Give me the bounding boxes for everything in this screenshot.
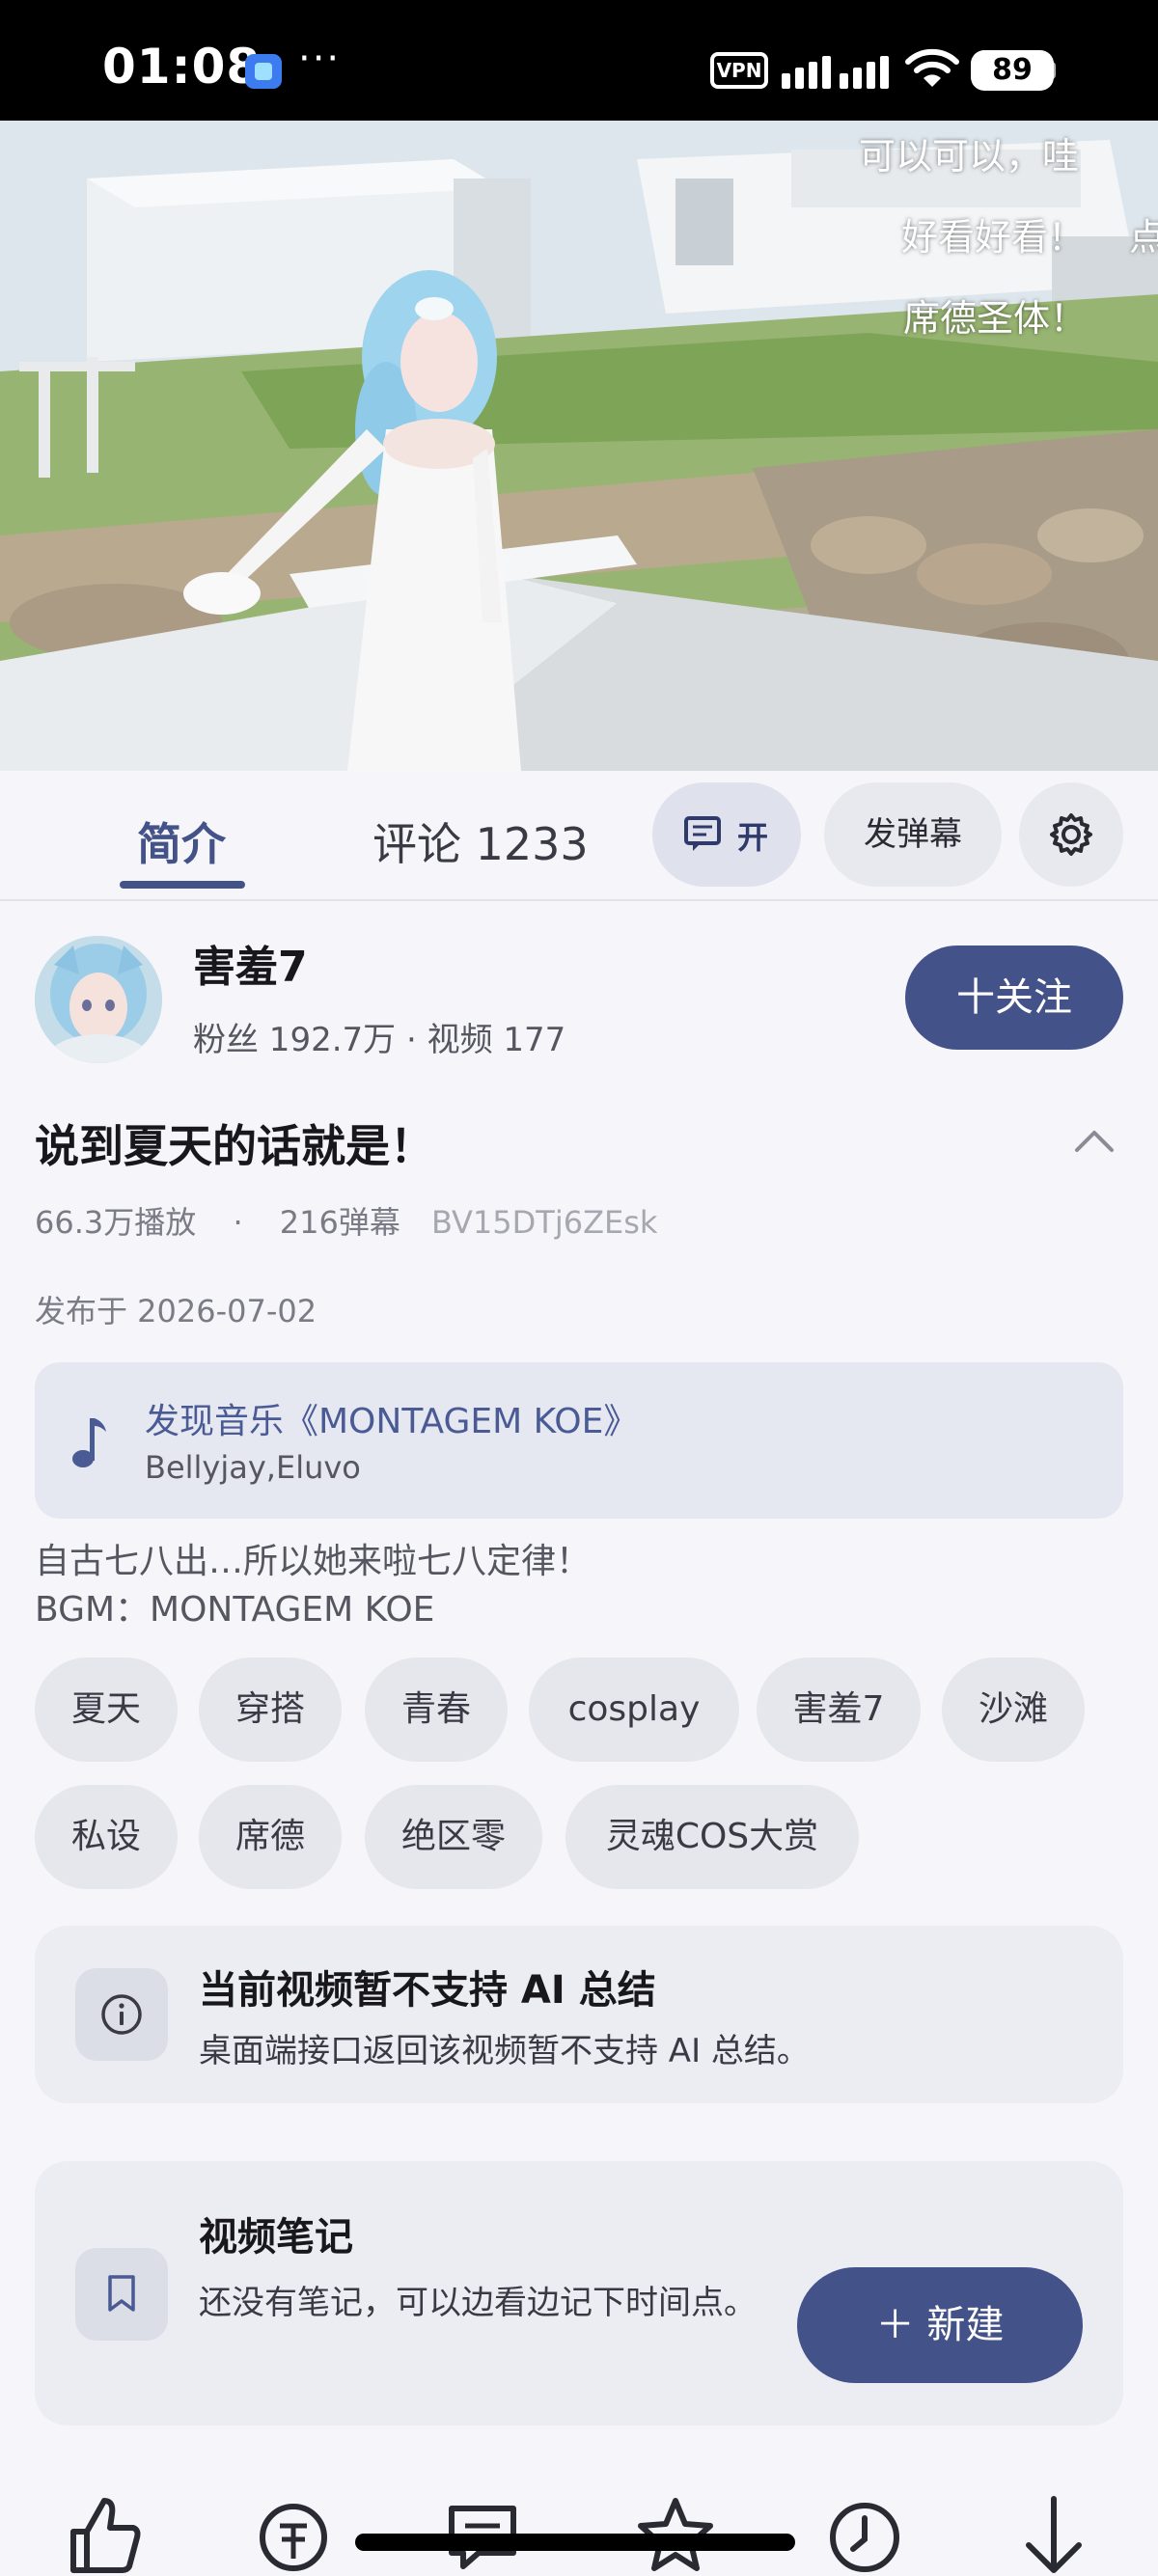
info-icon-box — [75, 1968, 168, 2061]
tab-underline — [120, 881, 245, 889]
view-count: 66.3万播放 — [35, 1204, 197, 1241]
bookmark-icon — [108, 2275, 135, 2312]
music-artist: Bellyjay,Eluvo — [145, 1449, 361, 1486]
danmaku-icon — [684, 816, 721, 851]
chevron-up-icon[interactable] — [1073, 1125, 1116, 1154]
danmaku-comment: 可以可以，哇 — [859, 135, 1080, 178]
gear-icon — [1050, 813, 1092, 856]
vpn-icon: VPN — [710, 52, 768, 89]
tag-chip[interactable]: 席德 — [199, 1785, 342, 1889]
status-time: 01:08 — [102, 39, 262, 95]
watch-later-icon[interactable] — [826, 2493, 903, 2576]
author-stats: 粉丝 192.7万 · 视频 177 — [193, 1021, 566, 1059]
danmaku-toggle[interactable]: 开 — [652, 782, 801, 887]
tag-chip[interactable]: 私设 — [35, 1785, 178, 1889]
signal-icon — [782, 50, 890, 89]
meta-separator: · — [233, 1204, 243, 1241]
danmaku-comment: 席德圣体！ — [903, 297, 1088, 340]
follow-button[interactable]: 十关注 — [905, 945, 1123, 1050]
tag-chip[interactable]: 灵魂COS大赏 — [565, 1785, 859, 1889]
danmaku-count: 216弹幕 — [279, 1204, 400, 1241]
tag-chip[interactable]: 夏天 — [35, 1658, 178, 1762]
coin-icon[interactable] — [255, 2493, 332, 2576]
tag-chip[interactable]: 绝区零 — [365, 1785, 542, 1889]
status-bar: 01:08 ··· VPN 89 — [0, 0, 1158, 121]
tag-chip[interactable]: cosplay — [529, 1658, 739, 1762]
new-note-button[interactable]: ＋ 新建 — [797, 2267, 1083, 2383]
notes-desc: 还没有笔记，可以边看边记下时间点。 — [199, 2284, 757, 2322]
music-note-icon — [72, 1418, 106, 1467]
tag-chip[interactable]: 害羞7 — [757, 1658, 921, 1762]
video-title: 说到夏天的话就是！ — [35, 1120, 434, 1172]
video-meta: 66.3万播放 · 216弹幕 BV15DTj6ZEsk — [35, 1198, 657, 1243]
video-notes-card: 视频笔记 还没有笔记，可以边看边记下时间点。 ＋ 新建 — [35, 2161, 1123, 2425]
bookmark-icon-box — [75, 2248, 168, 2341]
tag-chip[interactable]: 青春 — [365, 1658, 508, 1762]
tab-bar: 简介 评论 1233 开 发弹幕 — [0, 771, 1158, 901]
action-bar — [0, 2470, 1158, 2576]
tag-chip[interactable]: 穿搭 — [199, 1658, 342, 1762]
description-line: BGM：MONTAGEM KOE — [35, 1590, 435, 1630]
avatar-image — [35, 936, 162, 1063]
download-icon[interactable] — [1015, 2493, 1092, 2576]
video-player[interactable]: 可以可以，哇 好看好看！ 点 席德圣体！ — [0, 121, 1158, 771]
battery-tip — [1050, 62, 1056, 79]
tab-comments[interactable]: 评论 1233 — [372, 809, 589, 873]
like-icon[interactable] — [66, 2493, 143, 2576]
publish-date: 发布于 2026-07-02 — [35, 1293, 317, 1329]
settings-button[interactable] — [1019, 782, 1123, 887]
description-line: 自古七八出…所以她来啦七八定律！ — [35, 1542, 592, 1581]
music-card[interactable]: 发现音乐《MONTAGEM KOE》 Bellyjay,Eluvo — [35, 1362, 1123, 1519]
wifi-icon — [905, 48, 959, 87]
danmaku-toggle-label: 开 — [737, 819, 769, 856]
danmaku-comment: 点 — [1129, 216, 1158, 259]
author-avatar[interactable] — [35, 936, 162, 1063]
video-description: 自古七八出…所以她来啦七八定律！ BGM：MONTAGEM KOE — [35, 1538, 591, 1634]
ai-summary-card: 当前视频暂不支持 AI 总结 桌面端接口返回该视频暂不支持 AI 总结。 — [35, 1926, 1123, 2103]
ai-summary-title: 当前视频暂不支持 AI 总结 — [199, 1968, 656, 2013]
send-danmaku-button[interactable]: 发弹幕 — [824, 782, 1002, 887]
tag-chip[interactable]: 沙滩 — [942, 1658, 1085, 1762]
notes-title: 视频笔记 — [199, 2215, 353, 2260]
tab-intro[interactable]: 简介 — [137, 809, 226, 873]
more-dots-icon: ··· — [298, 37, 342, 81]
battery-icon: 89 — [971, 50, 1054, 91]
app-icon — [245, 54, 282, 89]
bvid[interactable]: BV15DTj6ZEsk — [431, 1204, 657, 1241]
ai-summary-desc: 桌面端接口返回该视频暂不支持 AI 总结。 — [199, 2032, 810, 2070]
music-title: 发现音乐《MONTAGEM KOE》 — [145, 1402, 639, 1441]
home-indicator[interactable] — [355, 2534, 795, 2551]
info-icon — [101, 1994, 142, 2035]
author-name[interactable]: 害羞7 — [193, 932, 308, 994]
danmaku-comment: 好看好看！ — [901, 216, 1086, 259]
